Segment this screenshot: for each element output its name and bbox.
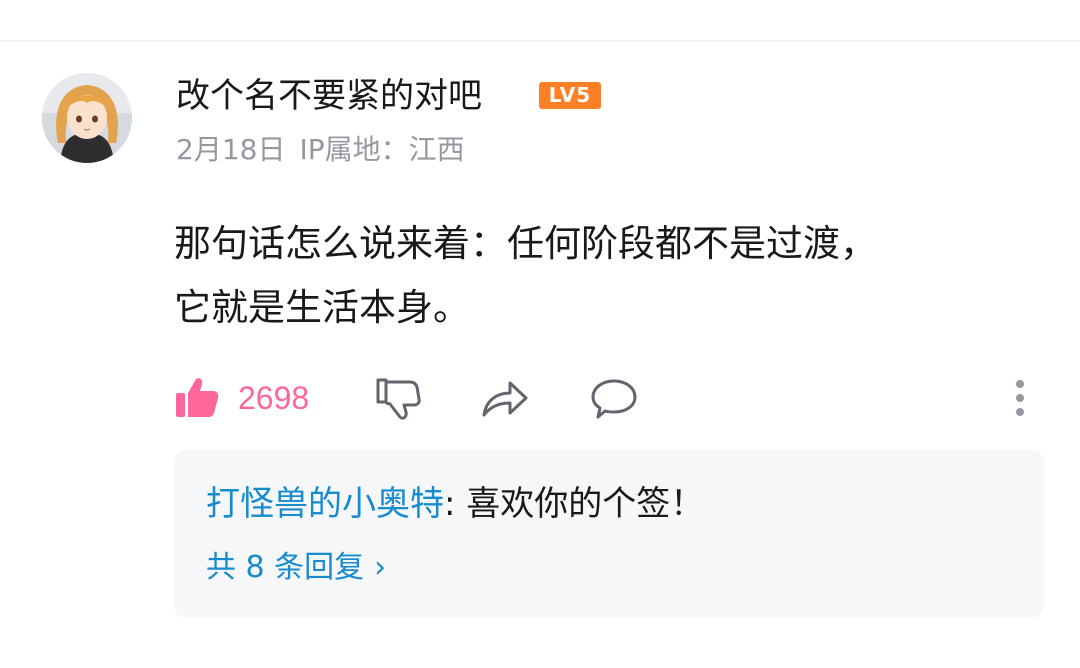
username[interactable]: 改个名不要紧的对吧 — [176, 72, 482, 120]
action-bar: 2698 — [174, 370, 1044, 426]
comment-meta: 2月18日 IP属地：江西 — [176, 130, 465, 170]
level-badge: LV5 — [539, 82, 601, 109]
avatar[interactable] — [42, 73, 132, 163]
share-button[interactable] — [480, 370, 530, 426]
thumbs-up-icon — [176, 378, 219, 417]
comment-text: 那句话怎么说来着：任何阶段都不是过渡， 它就是生活本身。 — [174, 212, 1034, 340]
share-icon — [482, 381, 528, 417]
comment-icon — [591, 379, 637, 419]
view-more-replies-link[interactable]: 共 8 条回复 › — [206, 546, 386, 590]
reply-item: 打怪兽的小奥特: 喜欢你的个签！ — [206, 478, 704, 530]
divider — [0, 40, 1080, 42]
ip-location: IP属地：江西 — [299, 133, 465, 166]
comment-text-line: 那句话怎么说来着：任何阶段都不是过渡， — [174, 222, 877, 265]
dislike-button[interactable] — [374, 370, 422, 426]
view-more-replies-label: 共 8 条回复 — [206, 550, 365, 585]
chevron-right-icon: › — [374, 550, 387, 585]
comment-text-line: 它就是生活本身。 — [174, 286, 470, 329]
reply-button[interactable] — [590, 370, 638, 426]
more-options-button[interactable] — [1010, 370, 1030, 426]
comment-page: 改个名不要紧的对吧 LV5 2月18日 IP属地：江西 那句话怎么说来着：任何阶段… — [0, 0, 1080, 668]
comment-date: 2月18日 — [176, 133, 286, 166]
reply-author[interactable]: 打怪兽的小奥特 — [206, 484, 444, 524]
more-vertical-icon — [1016, 380, 1024, 416]
reply-separator: : — [444, 484, 456, 524]
like-button[interactable]: 2698 — [174, 370, 309, 426]
reply-preview[interactable]: 打怪兽的小奥特: 喜欢你的个签！ 共 8 条回复 › — [174, 450, 1044, 618]
like-count: 2698 — [238, 379, 310, 416]
reply-text: 喜欢你的个签！ — [455, 484, 705, 524]
avatar-image — [42, 73, 132, 163]
thumbs-down-icon — [376, 378, 421, 420]
